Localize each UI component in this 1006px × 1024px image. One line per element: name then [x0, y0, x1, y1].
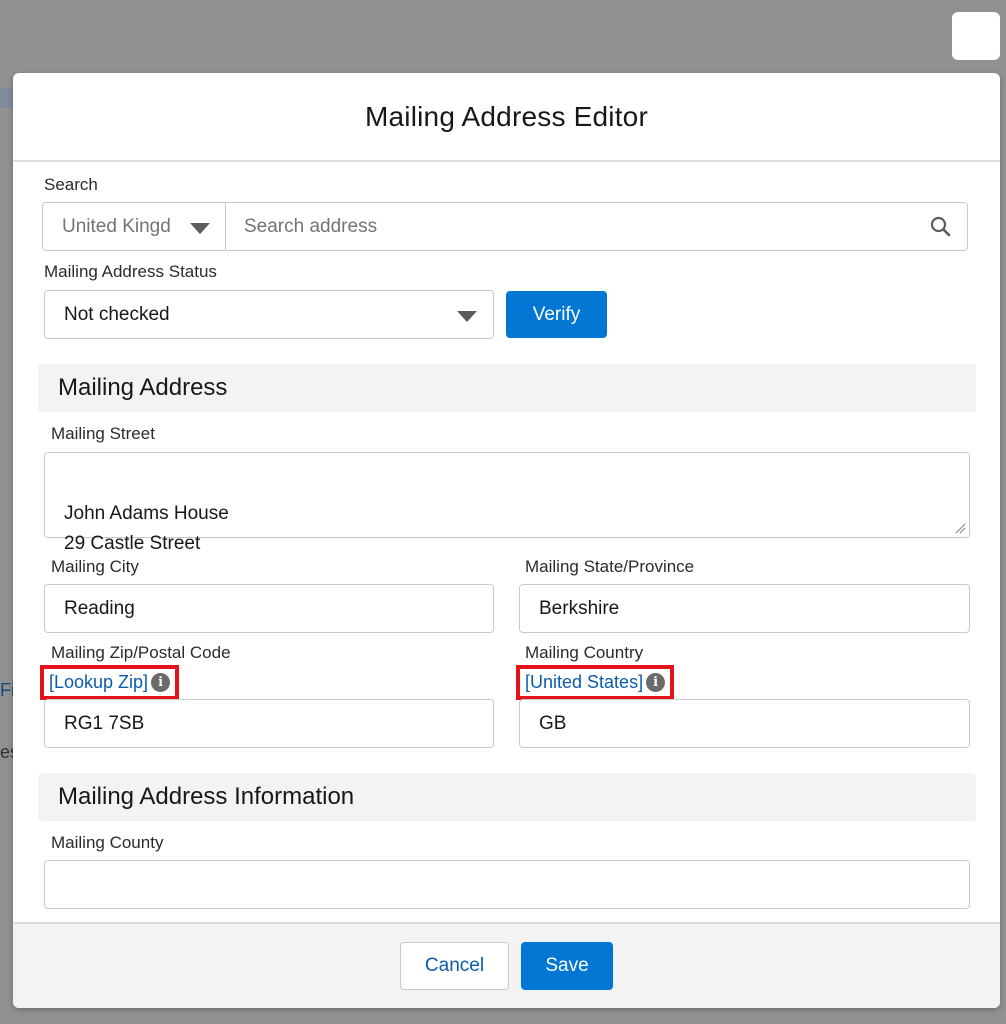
- zip-input[interactable]: RG1 7SB: [44, 699, 494, 748]
- state-input[interactable]: Berkshire: [519, 584, 970, 633]
- city-value: Reading: [64, 597, 135, 619]
- country-label: Mailing Country: [525, 643, 644, 662]
- verify-button[interactable]: Verify: [506, 291, 607, 338]
- search-label: Search: [44, 175, 98, 194]
- chevron-down-icon: [190, 223, 210, 234]
- resize-handle-icon[interactable]: [954, 522, 966, 534]
- county-label: Mailing County: [51, 833, 164, 852]
- status-select-value: Not checked: [64, 303, 170, 325]
- chevron-down-icon: [457, 311, 477, 322]
- country-input[interactable]: GB: [519, 699, 970, 748]
- section-header-mailing-address-information[interactable]: Mailing Address Information: [38, 773, 976, 821]
- lookup-zip-highlight: [Lookup Zip] i: [40, 665, 180, 700]
- search-input[interactable]: Search address: [226, 203, 967, 250]
- background-page-strip: [0, 88, 14, 108]
- street-label: Mailing Street: [51, 424, 155, 443]
- country-select[interactable]: United Kingd: [43, 203, 226, 250]
- status-label: Mailing Address Status: [44, 262, 217, 281]
- county-input[interactable]: [44, 860, 970, 909]
- state-value: Berkshire: [539, 597, 620, 619]
- lookup-zip-link[interactable]: [Lookup Zip]: [49, 672, 148, 693]
- search-placeholder: Search address: [244, 215, 378, 237]
- country-value: GB: [539, 712, 567, 734]
- street-value: John Adams House 29 Castle Street: [64, 503, 229, 554]
- section-header-mailing-address[interactable]: Mailing Address: [38, 364, 976, 412]
- background-text-fragment: Fil: [0, 680, 14, 700]
- background-close-button[interactable]: [952, 12, 1000, 60]
- modal-footer: Cancel Save: [13, 922, 1000, 1008]
- address-editor-modal: Mailing Address Editor Search United Kin…: [13, 73, 1000, 1008]
- info-icon[interactable]: i: [151, 673, 171, 692]
- state-label: Mailing State/Province: [525, 557, 695, 576]
- status-select[interactable]: Not checked: [44, 290, 494, 339]
- modal-header: Mailing Address Editor: [13, 73, 1000, 162]
- united-states-link[interactable]: [United States]: [525, 672, 643, 693]
- modal-title: Mailing Address Editor: [365, 100, 648, 132]
- street-textarea[interactable]: John Adams House 29 Castle Street: [44, 452, 970, 554]
- city-label: Mailing City: [51, 557, 139, 576]
- cancel-button[interactable]: Cancel: [400, 942, 509, 990]
- city-input[interactable]: Reading: [44, 584, 494, 633]
- united-states-highlight: [United States] i: [516, 665, 675, 700]
- search-group: United Kingd Search address: [42, 202, 968, 251]
- info-icon[interactable]: i: [646, 673, 666, 692]
- zip-value: RG1 7SB: [64, 712, 145, 734]
- modal-body[interactable]: Search United Kingd Search address Maili…: [13, 162, 1000, 920]
- zip-label: Mailing Zip/Postal Code: [51, 643, 231, 662]
- country-select-value: United Kingd: [62, 215, 171, 237]
- background-text-fragment: es: [0, 742, 14, 762]
- search-icon[interactable]: [930, 216, 951, 237]
- save-button[interactable]: Save: [521, 942, 613, 990]
